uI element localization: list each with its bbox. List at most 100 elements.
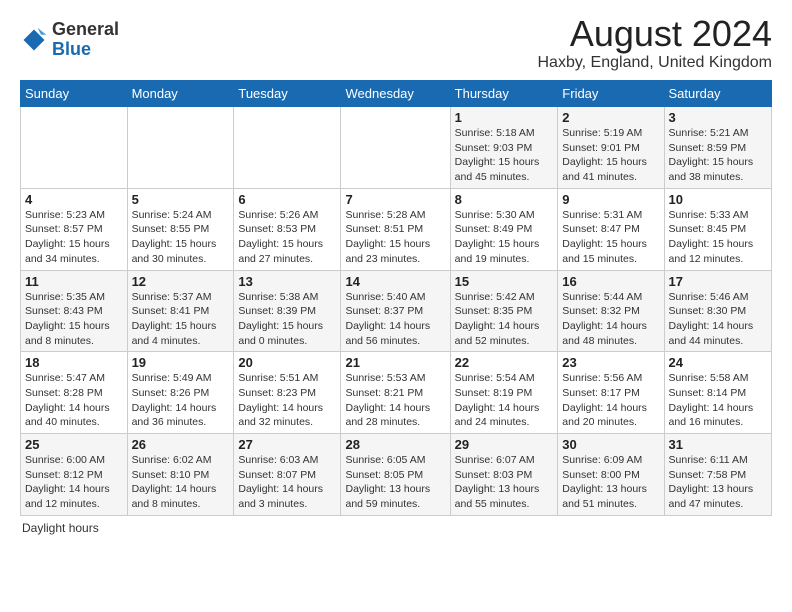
day-info: Sunrise: 6:03 AMSunset: 8:07 PMDaylight:… — [238, 453, 336, 512]
day-info: Sunrise: 5:23 AMSunset: 8:57 PMDaylight:… — [25, 208, 123, 267]
day-info: Sunrise: 5:53 AMSunset: 8:21 PMDaylight:… — [345, 371, 445, 430]
calendar-cell: 17Sunrise: 5:46 AMSunset: 8:30 PMDayligh… — [664, 270, 771, 352]
calendar-cell: 13Sunrise: 5:38 AMSunset: 8:39 PMDayligh… — [234, 270, 341, 352]
calendar-cell: 23Sunrise: 5:56 AMSunset: 8:17 PMDayligh… — [558, 352, 664, 434]
calendar-cell: 18Sunrise: 5:47 AMSunset: 8:28 PMDayligh… — [21, 352, 128, 434]
calendar-cell: 9Sunrise: 5:31 AMSunset: 8:47 PMDaylight… — [558, 188, 664, 270]
title-area: August 2024 Haxby, England, United Kingd… — [537, 16, 772, 72]
day-number: 18 — [25, 355, 123, 370]
calendar-cell: 20Sunrise: 5:51 AMSunset: 8:23 PMDayligh… — [234, 352, 341, 434]
day-number: 23 — [562, 355, 659, 370]
calendar-cell: 19Sunrise: 5:49 AMSunset: 8:26 PMDayligh… — [127, 352, 234, 434]
calendar-cell: 2Sunrise: 5:19 AMSunset: 9:01 PMDaylight… — [558, 107, 664, 189]
week-row-2: 11Sunrise: 5:35 AMSunset: 8:43 PMDayligh… — [21, 270, 772, 352]
day-number: 17 — [669, 274, 767, 289]
calendar-cell: 3Sunrise: 5:21 AMSunset: 8:59 PMDaylight… — [664, 107, 771, 189]
calendar-cell: 25Sunrise: 6:00 AMSunset: 8:12 PMDayligh… — [21, 434, 128, 516]
day-info: Sunrise: 5:38 AMSunset: 8:39 PMDaylight:… — [238, 290, 336, 349]
day-number: 25 — [25, 437, 123, 452]
day-number: 24 — [669, 355, 767, 370]
calendar-cell: 14Sunrise: 5:40 AMSunset: 8:37 PMDayligh… — [341, 270, 450, 352]
calendar-cell: 5Sunrise: 5:24 AMSunset: 8:55 PMDaylight… — [127, 188, 234, 270]
location: Haxby, England, United Kingdom — [537, 54, 772, 72]
day-number: 28 — [345, 437, 445, 452]
day-number: 11 — [25, 274, 123, 289]
calendar-cell: 26Sunrise: 6:02 AMSunset: 8:10 PMDayligh… — [127, 434, 234, 516]
day-info: Sunrise: 6:11 AMSunset: 7:58 PMDaylight:… — [669, 453, 767, 512]
col-thursday: Thursday — [450, 81, 558, 107]
day-number: 21 — [345, 355, 445, 370]
day-info: Sunrise: 5:54 AMSunset: 8:19 PMDaylight:… — [455, 371, 554, 430]
col-saturday: Saturday — [664, 81, 771, 107]
day-number: 14 — [345, 274, 445, 289]
day-number: 3 — [669, 110, 767, 125]
day-number: 16 — [562, 274, 659, 289]
day-info: Sunrise: 5:21 AMSunset: 8:59 PMDaylight:… — [669, 126, 767, 185]
col-sunday: Sunday — [21, 81, 128, 107]
day-info: Sunrise: 6:00 AMSunset: 8:12 PMDaylight:… — [25, 453, 123, 512]
calendar-cell: 21Sunrise: 5:53 AMSunset: 8:21 PMDayligh… — [341, 352, 450, 434]
calendar-cell: 30Sunrise: 6:09 AMSunset: 8:00 PMDayligh… — [558, 434, 664, 516]
day-info: Sunrise: 6:09 AMSunset: 8:00 PMDaylight:… — [562, 453, 659, 512]
day-number: 27 — [238, 437, 336, 452]
day-number: 8 — [455, 192, 554, 207]
calendar-cell: 10Sunrise: 5:33 AMSunset: 8:45 PMDayligh… — [664, 188, 771, 270]
day-number: 13 — [238, 274, 336, 289]
calendar-cell: 31Sunrise: 6:11 AMSunset: 7:58 PMDayligh… — [664, 434, 771, 516]
day-info: Sunrise: 5:28 AMSunset: 8:51 PMDaylight:… — [345, 208, 445, 267]
calendar-cell — [341, 107, 450, 189]
calendar-cell: 7Sunrise: 5:28 AMSunset: 8:51 PMDaylight… — [341, 188, 450, 270]
col-tuesday: Tuesday — [234, 81, 341, 107]
header-row: Sunday Monday Tuesday Wednesday Thursday… — [21, 81, 772, 107]
calendar-cell — [127, 107, 234, 189]
day-info: Sunrise: 6:02 AMSunset: 8:10 PMDaylight:… — [132, 453, 230, 512]
calendar-cell: 4Sunrise: 5:23 AMSunset: 8:57 PMDaylight… — [21, 188, 128, 270]
calendar-cell: 1Sunrise: 5:18 AMSunset: 9:03 PMDaylight… — [450, 107, 558, 189]
day-info: Sunrise: 5:24 AMSunset: 8:55 PMDaylight:… — [132, 208, 230, 267]
col-friday: Friday — [558, 81, 664, 107]
day-number: 7 — [345, 192, 445, 207]
day-info: Sunrise: 5:37 AMSunset: 8:41 PMDaylight:… — [132, 290, 230, 349]
page: General Blue August 2024 Haxby, England,… — [0, 0, 792, 545]
week-row-4: 25Sunrise: 6:00 AMSunset: 8:12 PMDayligh… — [21, 434, 772, 516]
day-number: 19 — [132, 355, 230, 370]
calendar-cell — [234, 107, 341, 189]
day-info: Sunrise: 5:40 AMSunset: 8:37 PMDaylight:… — [345, 290, 445, 349]
day-number: 10 — [669, 192, 767, 207]
day-info: Sunrise: 5:33 AMSunset: 8:45 PMDaylight:… — [669, 208, 767, 267]
logo: General Blue — [20, 20, 119, 60]
calendar-cell: 22Sunrise: 5:54 AMSunset: 8:19 PMDayligh… — [450, 352, 558, 434]
day-number: 4 — [25, 192, 123, 207]
day-info: Sunrise: 5:47 AMSunset: 8:28 PMDaylight:… — [25, 371, 123, 430]
day-number: 26 — [132, 437, 230, 452]
calendar-cell: 12Sunrise: 5:37 AMSunset: 8:41 PMDayligh… — [127, 270, 234, 352]
month-title: August 2024 — [537, 16, 772, 52]
week-row-3: 18Sunrise: 5:47 AMSunset: 8:28 PMDayligh… — [21, 352, 772, 434]
calendar-cell: 15Sunrise: 5:42 AMSunset: 8:35 PMDayligh… — [450, 270, 558, 352]
col-wednesday: Wednesday — [341, 81, 450, 107]
day-number: 22 — [455, 355, 554, 370]
day-info: Sunrise: 5:18 AMSunset: 9:03 PMDaylight:… — [455, 126, 554, 185]
calendar-cell: 8Sunrise: 5:30 AMSunset: 8:49 PMDaylight… — [450, 188, 558, 270]
calendar-cell: 27Sunrise: 6:03 AMSunset: 8:07 PMDayligh… — [234, 434, 341, 516]
footer-note: Daylight hours — [20, 521, 772, 535]
logo-icon — [20, 26, 48, 54]
day-number: 6 — [238, 192, 336, 207]
day-info: Sunrise: 5:35 AMSunset: 8:43 PMDaylight:… — [25, 290, 123, 349]
day-number: 30 — [562, 437, 659, 452]
day-number: 2 — [562, 110, 659, 125]
week-row-1: 4Sunrise: 5:23 AMSunset: 8:57 PMDaylight… — [21, 188, 772, 270]
day-info: Sunrise: 5:56 AMSunset: 8:17 PMDaylight:… — [562, 371, 659, 430]
day-info: Sunrise: 5:49 AMSunset: 8:26 PMDaylight:… — [132, 371, 230, 430]
day-info: Sunrise: 5:44 AMSunset: 8:32 PMDaylight:… — [562, 290, 659, 349]
header: General Blue August 2024 Haxby, England,… — [20, 16, 772, 72]
logo-text: General Blue — [52, 20, 119, 60]
day-info: Sunrise: 6:07 AMSunset: 8:03 PMDaylight:… — [455, 453, 554, 512]
day-info: Sunrise: 5:46 AMSunset: 8:30 PMDaylight:… — [669, 290, 767, 349]
calendar-cell — [21, 107, 128, 189]
day-number: 12 — [132, 274, 230, 289]
day-number: 1 — [455, 110, 554, 125]
day-info: Sunrise: 6:05 AMSunset: 8:05 PMDaylight:… — [345, 453, 445, 512]
col-monday: Monday — [127, 81, 234, 107]
calendar-cell: 11Sunrise: 5:35 AMSunset: 8:43 PMDayligh… — [21, 270, 128, 352]
